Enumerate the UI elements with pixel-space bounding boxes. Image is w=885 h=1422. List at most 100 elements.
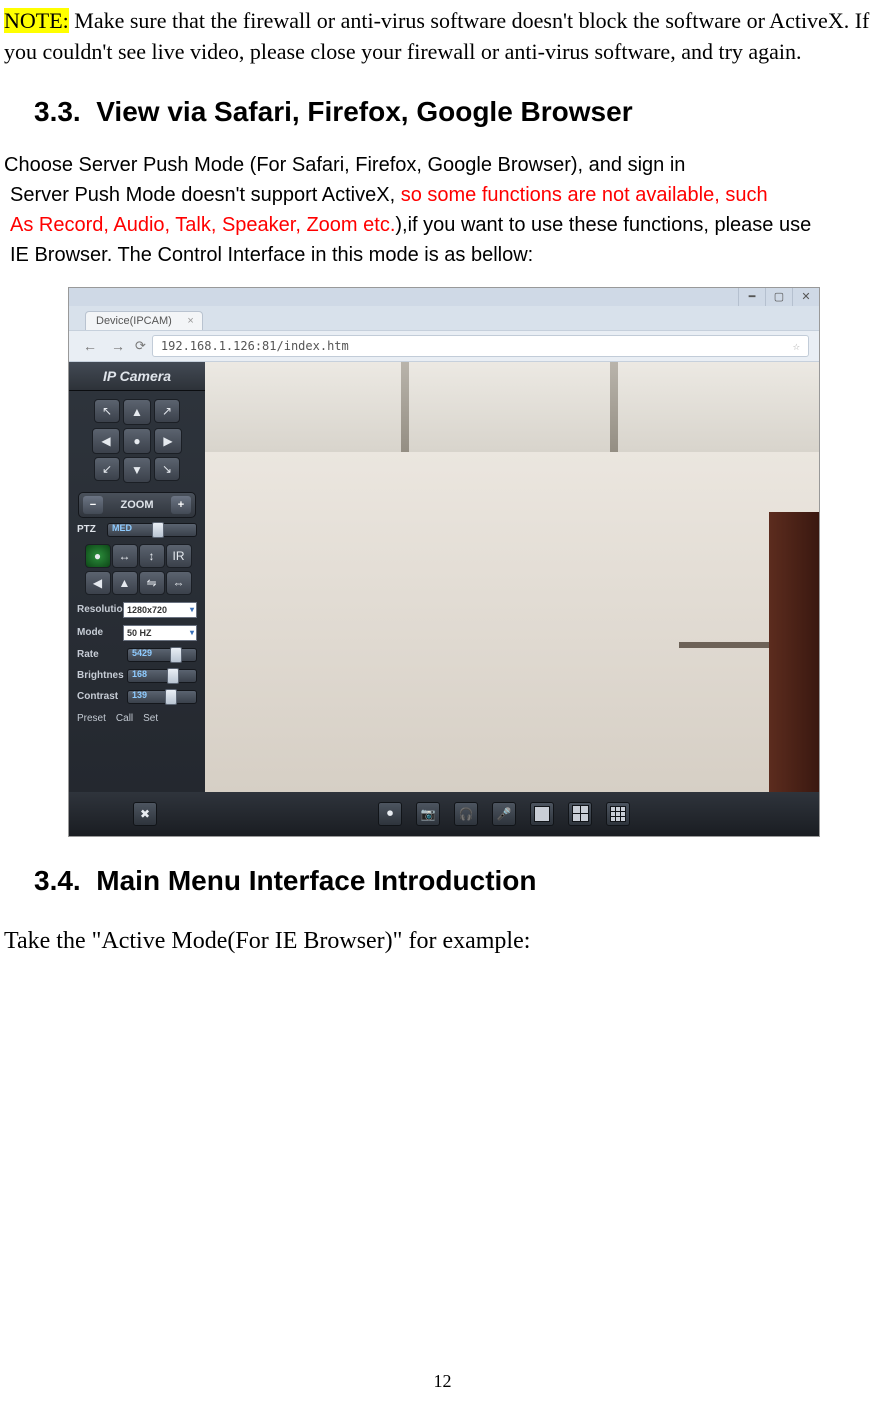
heading-3-4: 3.4. Main Menu Interface Introduction <box>34 863 881 899</box>
bottom-toolbar: ✖ ⏺ 📷 🎧 🎤 <box>69 792 819 836</box>
url-field[interactable]: 192.168.1.126:81/index.htm ☆ <box>152 335 809 357</box>
window-controls: ━ ▢ ✕ <box>69 288 819 306</box>
arrow-left-2-icon[interactable]: ◀ <box>85 571 111 595</box>
contrast-slider[interactable]: 139 <box>127 690 197 704</box>
back-icon[interactable]: ← <box>79 338 101 354</box>
ptz-down-left-icon[interactable]: ↙ <box>94 457 120 481</box>
ptz-up-icon[interactable]: ▲ <box>123 399 151 425</box>
contrast-row: Contrast 139 <box>77 690 197 704</box>
resolution-select[interactable]: 1280x720 ▾ <box>123 602 197 618</box>
mode-label: Mode <box>77 627 123 638</box>
ir-button[interactable]: IR <box>166 544 192 568</box>
zoom-label: ZOOM <box>121 499 154 511</box>
view-4-icon[interactable] <box>568 802 592 826</box>
page-number: 12 <box>0 1371 885 1392</box>
ptz-extra-grid: ● ↔ ↕ IR ◀ ▲ ⇋ ⇔ <box>85 544 190 595</box>
audio-icon[interactable]: 🎧 <box>454 802 478 826</box>
ptz-left-icon[interactable]: ◀ <box>92 428 120 454</box>
rate-row: Rate 5429 <box>77 648 197 662</box>
mirror-icon[interactable]: ⇔ <box>166 571 192 595</box>
ptz-down-icon[interactable]: ▼ <box>123 457 151 483</box>
p34-example: Take the "Active Mode(For IE Browser)" f… <box>4 923 881 959</box>
preset-set[interactable]: Set <box>143 713 158 724</box>
tab-close-icon[interactable]: × <box>187 315 193 327</box>
ptz-speed-row: PTZ MED <box>77 523 197 537</box>
hpatrol-icon[interactable]: ↔ <box>112 544 138 568</box>
window-minimize-icon[interactable]: ━ <box>738 288 765 306</box>
resolution-row: Resolutio 1280x720 ▾ <box>77 602 197 618</box>
video-ceiling <box>205 362 819 452</box>
view-9-icon[interactable] <box>606 802 630 826</box>
heading-3-3-title: View via Safari, Firefox, Google Browser <box>96 96 632 127</box>
record-icon[interactable]: ⏺ <box>378 802 402 826</box>
browser-address-bar: ← → ⟳ 192.168.1.126:81/index.htm ☆ <box>69 330 819 362</box>
brightness-label: Brightnes <box>77 670 123 681</box>
rate-value: 5429 <box>132 648 152 658</box>
p33-4: IE Browser. The Control Interface in thi… <box>10 242 881 269</box>
preset-call[interactable]: Call <box>116 713 133 724</box>
flip-v-icon[interactable]: ▲ <box>112 571 138 595</box>
flip-h-icon[interactable]: ⇋ <box>139 571 165 595</box>
window-maximize-icon[interactable]: ▢ <box>765 288 792 306</box>
chevron-down-icon: ▾ <box>190 605 194 614</box>
vpatrol-icon[interactable]: ↕ <box>139 544 165 568</box>
heading-3-3-num: 3.3. <box>34 96 81 127</box>
ptz-up-left-icon[interactable]: ↖ <box>94 399 120 423</box>
video-rail <box>679 642 769 648</box>
ptz-speed-value: MED <box>112 523 132 533</box>
mode-row: Mode 50 HZ ▾ <box>77 625 197 641</box>
brightness-value: 168 <box>132 669 147 679</box>
video-wall <box>205 452 819 792</box>
browser-tab-row: Device(IPCAM) × <box>69 306 819 330</box>
mode-value: 50 HZ <box>127 628 152 638</box>
ptz-right-icon[interactable]: ▶ <box>154 428 182 454</box>
url-text: 192.168.1.126:81/index.htm <box>161 339 349 353</box>
resolution-label: Resolutio <box>77 604 123 615</box>
ptz-pad: ↖ ▲ ↗ ◀ ● ▶ ↙ ▼ ↘ − <box>69 391 205 724</box>
forward-icon[interactable]: → <box>107 338 129 354</box>
video-door <box>769 512 819 792</box>
note-label: NOTE: <box>4 8 69 33</box>
window-close-icon[interactable]: ✕ <box>792 288 819 306</box>
note-text: Make sure that the firewall or anti-viru… <box>4 8 869 64</box>
sidebar-title: IP Camera <box>69 362 205 391</box>
screenshot-browser-window: ━ ▢ ✕ Device(IPCAM) × ← → ⟳ 192.168.1.12… <box>68 287 820 837</box>
reload-icon[interactable]: ⟳ <box>135 338 146 354</box>
brightness-row: Brightnes 168 <box>77 669 197 683</box>
p33-1: Choose Server Push Mode (For Safari, Fir… <box>4 152 881 179</box>
zoom-out-icon[interactable]: − <box>83 496 103 514</box>
view-1-icon[interactable] <box>530 802 554 826</box>
p33-2: Server Push Mode doesn't support ActiveX… <box>10 182 881 209</box>
bookmark-star-icon[interactable]: ☆ <box>793 339 800 353</box>
video-view <box>205 362 819 792</box>
zoom-in-icon[interactable]: + <box>171 496 191 514</box>
brightness-slider[interactable]: 168 <box>127 669 197 683</box>
contrast-value: 139 <box>132 690 147 700</box>
ptz-home-icon[interactable]: ● <box>123 428 151 454</box>
settings-icon[interactable]: ✖ <box>133 802 157 826</box>
camera-app-body: IP Camera ↖ ▲ ↗ ◀ ● ▶ ↙ ▼ ↘ <box>69 362 819 792</box>
p33-3: As Record, Audio, Talk, Speaker, Zoom et… <box>10 212 881 239</box>
preset-btn-icon[interactable]: ● <box>85 544 111 568</box>
ptz-speed-slider[interactable]: MED <box>107 523 197 537</box>
browser-tab-title: Device(IPCAM) <box>96 315 172 327</box>
note-paragraph: NOTE: Make sure that the firewall or ant… <box>4 6 881 68</box>
contrast-label: Contrast <box>77 691 123 702</box>
rate-slider[interactable]: 5429 <box>127 648 197 662</box>
camera-sidebar: IP Camera ↖ ▲ ↗ ◀ ● ▶ ↙ ▼ ↘ <box>69 362 205 792</box>
ptz-down-right-icon[interactable]: ↘ <box>154 457 180 481</box>
ptz-label: PTZ <box>77 524 103 535</box>
zoom-control: − ZOOM + <box>78 492 196 518</box>
snapshot-icon[interactable]: 📷 <box>416 802 440 826</box>
preset-row: Preset Call Set <box>77 713 197 724</box>
heading-3-4-num: 3.4. <box>34 865 81 896</box>
mode-select[interactable]: 50 HZ ▾ <box>123 625 197 641</box>
chevron-down-icon: ▾ <box>190 628 194 637</box>
heading-3-4-title: Main Menu Interface Introduction <box>96 865 536 896</box>
browser-tab[interactable]: Device(IPCAM) × <box>85 311 203 330</box>
rate-label: Rate <box>77 649 123 660</box>
talk-icon[interactable]: 🎤 <box>492 802 516 826</box>
ptz-up-right-icon[interactable]: ↗ <box>154 399 180 423</box>
preset-label: Preset <box>77 713 106 724</box>
resolution-value: 1280x720 <box>127 605 167 615</box>
